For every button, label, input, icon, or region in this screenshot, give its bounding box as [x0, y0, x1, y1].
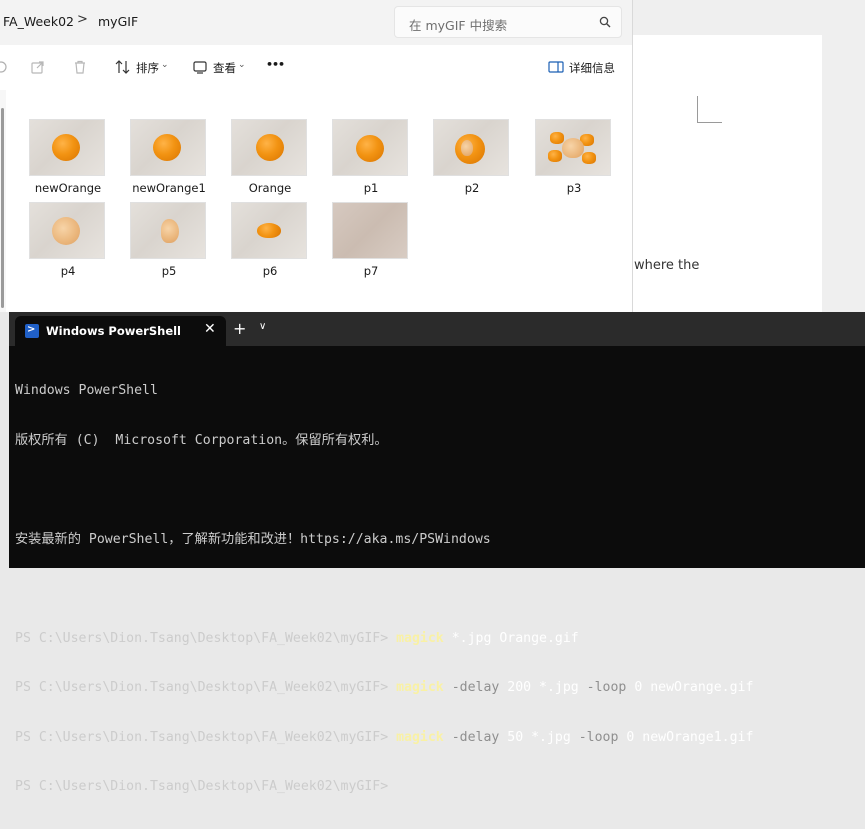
banner-line: 安装最新的 PowerShell，了解新功能和改进！https://aka.ms… — [15, 531, 491, 547]
peel-piece-image — [582, 152, 596, 164]
banner-line — [15, 581, 753, 598]
copy-icon[interactable] — [0, 58, 10, 76]
file-name[interactable]: p2 — [422, 181, 522, 195]
peel-piece-image — [548, 150, 562, 162]
argument-token: 0 newOrange1.gif — [618, 729, 754, 745]
parameter-token: -loop — [586, 680, 627, 695]
orange-segment-image — [161, 219, 179, 243]
peel-image — [461, 140, 473, 156]
chevron-down-icon: ⌄ — [161, 60, 169, 70]
view-button[interactable]: 查看 — [213, 60, 236, 76]
orange-image — [153, 134, 181, 161]
file-thumbnail[interactable] — [332, 202, 408, 259]
command-bar: 排序 ⌄ 查看 ⌄ ••• 详细信息 — [0, 45, 632, 91]
tab-windows-powershell[interactable]: > Windows PowerShell ✕ — [15, 316, 226, 346]
chevron-down-icon[interactable]: ∨ — [259, 321, 266, 332]
file-thumbnail[interactable] — [332, 119, 408, 176]
command-line: PS C:\Users\Dion.Tsang\Desktop\FA_Week02… — [15, 631, 753, 648]
file-thumbnail[interactable] — [231, 202, 307, 259]
share-icon[interactable] — [29, 58, 47, 76]
search-box[interactable]: 在 myGIF 中搜索 — [394, 6, 622, 38]
sort-icon[interactable] — [114, 58, 132, 76]
view-icon[interactable] — [191, 58, 209, 76]
more-options-button[interactable]: ••• — [266, 58, 285, 71]
file-thumbnail[interactable] — [535, 119, 611, 176]
banner-line: 版权所有 (C) Microsoft Corporation。保留所有权利。 — [15, 432, 388, 448]
new-tab-button[interactable]: + — [233, 319, 246, 338]
file-thumbnail[interactable] — [29, 202, 105, 259]
file-name[interactable]: p1 — [321, 181, 421, 195]
terminal-tab-bar: > Windows PowerShell ✕ + ∨ — [9, 312, 865, 346]
file-name[interactable]: Orange — [220, 181, 320, 195]
breadcrumb-separator[interactable]: > — [77, 12, 88, 27]
terminal-output[interactable]: Windows PowerShell 版权所有 (C) Microsoft Co… — [15, 350, 753, 829]
document-page — [632, 35, 822, 325]
file-name[interactable]: p4 — [18, 264, 118, 278]
peel-piece-image — [550, 132, 564, 144]
text-cursor-mark — [697, 96, 722, 123]
prompt: PS C:\Users\Dion.Tsang\Desktop\FA_Week02… — [15, 729, 397, 745]
peeled-orange-image — [52, 217, 80, 245]
address-bar[interactable]: FA_Week02 > myGIF 在 myGIF 中搜索 — [0, 0, 632, 45]
parameter-token: -delay — [443, 729, 500, 745]
file-thumbnail[interactable] — [231, 119, 307, 176]
tab-title: Windows PowerShell — [46, 324, 181, 338]
details-button[interactable]: 详细信息 — [569, 60, 615, 76]
command-line: PS C:\Users\Dion.Tsang\Desktop\FA_Week02… — [15, 730, 753, 747]
file-name[interactable]: p7 — [321, 264, 421, 278]
argument-token: 50 *.jpg — [499, 729, 579, 745]
details-pane-icon[interactable] — [547, 58, 565, 76]
prompt: PS C:\Users\Dion.Tsang\Desktop\FA_Week02… — [15, 630, 397, 646]
argument-token: 200 *.jpg — [499, 680, 587, 695]
orange-image — [256, 134, 284, 161]
file-name[interactable]: newOrange1 — [119, 181, 219, 195]
orange-image — [356, 135, 384, 162]
file-name[interactable]: newOrange — [18, 181, 118, 195]
file-thumbnail[interactable] — [130, 202, 206, 259]
document-text: where the — [634, 258, 700, 273]
argument-token: *.jpg Orange.gif — [443, 630, 579, 646]
file-thumbnail[interactable] — [433, 119, 509, 176]
search-icon — [599, 16, 611, 28]
command-line: PS C:\Users\Dion.Tsang\Desktop\FA_Week02… — [15, 779, 753, 796]
file-thumbnail[interactable] — [29, 119, 105, 176]
breadcrumb-fa-week02[interactable]: FA_Week02 — [3, 14, 74, 29]
prompt: PS C:\Users\Dion.Tsang\Desktop\FA_Week02… — [15, 779, 397, 794]
powershell-terminal-window[interactable]: > Windows PowerShell ✕ + ∨ Windows Power… — [9, 312, 865, 794]
prompt: PS C:\Users\Dion.Tsang\Desktop\FA_Week02… — [15, 680, 397, 695]
file-thumbnail[interactable] — [130, 119, 206, 176]
delete-icon[interactable] — [71, 58, 89, 76]
file-name[interactable]: p5 — [119, 264, 219, 278]
command-token: magick — [396, 680, 444, 695]
parameter-token: -delay — [443, 680, 500, 695]
orange-image — [52, 134, 80, 161]
banner-line — [15, 482, 753, 499]
breadcrumb-mygif[interactable]: myGIF — [98, 14, 138, 29]
peeled-orange-image — [562, 138, 584, 158]
command-token: magick — [396, 729, 444, 745]
search-placeholder: 在 myGIF 中搜索 — [409, 18, 508, 33]
file-explorer-window: FA_Week02 > myGIF 在 myGIF 中搜索 排序 ⌄ 查看 ⌄ … — [0, 0, 633, 312]
argument-token: 0 newOrange.gif — [626, 680, 754, 695]
file-name[interactable]: p3 — [524, 181, 624, 195]
chevron-down-icon: ⌄ — [238, 60, 246, 70]
command-line: PS C:\Users\Dion.Tsang\Desktop\FA_Week02… — [15, 680, 753, 697]
orange-slice-image — [257, 223, 281, 238]
sort-button[interactable]: 排序 — [136, 60, 159, 76]
file-name[interactable]: p6 — [220, 264, 320, 278]
command-token: magick — [396, 630, 444, 646]
banner-line: Windows PowerShell — [15, 383, 158, 398]
parameter-token: -loop — [578, 729, 619, 745]
scrollbar[interactable] — [1, 108, 4, 308]
close-tab-icon[interactable]: ✕ — [204, 321, 216, 337]
powershell-icon: > — [25, 324, 39, 338]
